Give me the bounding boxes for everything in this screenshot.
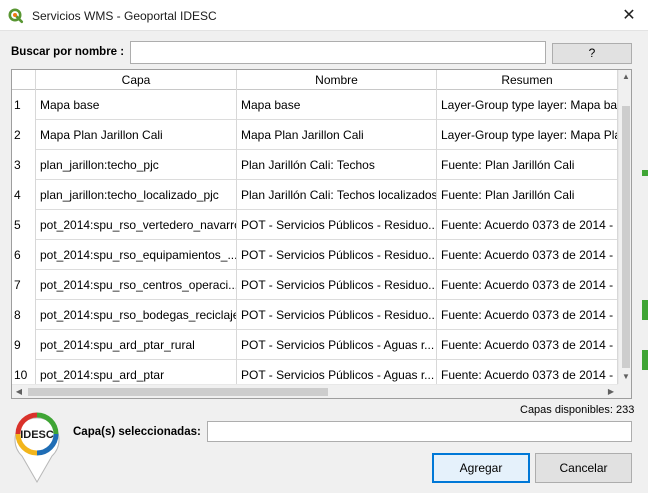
cell-capa[interactable]: pot_2014:spu_rso_vertedero_navarro <box>36 210 237 240</box>
table-row[interactable]: 2 Mapa Plan Jarillon Cali Mapa Plan Jari… <box>12 120 618 150</box>
logo-text: IDESC <box>20 429 54 441</box>
cell-resumen[interactable]: Layer-Group type layer: Mapa bas <box>437 90 618 120</box>
row-number: 5 <box>12 210 36 240</box>
cell-capa[interactable]: Mapa Plan Jarillon Cali <box>36 120 237 150</box>
cancel-button[interactable]: Cancelar <box>535 453 632 483</box>
row-number: 8 <box>12 300 36 330</box>
selected-layers-label: Capa(s) seleccionadas: <box>73 426 201 438</box>
table-header: Capa Nombre Resumen <box>12 70 618 90</box>
row-number: 1 <box>12 90 36 120</box>
cell-nombre[interactable]: Mapa Plan Jarillon Cali <box>237 120 437 150</box>
table-row[interactable]: 9 pot_2014:spu_ard_ptar_rural POT - Serv… <box>12 330 618 360</box>
chevron-up-icon[interactable]: ▲ <box>619 70 631 84</box>
cell-resumen[interactable]: Fuente: Acuerdo 0373 de 2014 - Pl <box>437 270 618 300</box>
cell-nombre[interactable]: POT - Servicios Públicos - Residuo... <box>237 240 437 270</box>
cell-resumen[interactable]: Fuente: Acuerdo 0373 de 2014 - Pl <box>437 240 618 270</box>
title-bar: Servicios WMS - Geoportal IDESC ✕ <box>0 0 648 31</box>
row-number: 9 <box>12 330 36 360</box>
available-layers-count: Capas disponibles: 233 <box>520 404 635 416</box>
row-number: 2 <box>12 120 36 150</box>
add-button[interactable]: Agregar <box>432 453 530 483</box>
header-nombre[interactable]: Nombre <box>237 70 437 90</box>
scroll-corner <box>618 384 631 398</box>
cell-resumen[interactable]: Layer-Group type layer: Mapa Plan <box>437 120 618 150</box>
cell-nombre[interactable]: POT - Servicios Públicos - Residuo... <box>237 210 437 240</box>
idesc-logo: IDESC <box>14 412 60 484</box>
background-edge <box>642 350 648 370</box>
cell-resumen[interactable]: Fuente: Acuerdo 0373 de 2014 - Pl <box>437 300 618 330</box>
close-icon[interactable]: ✕ <box>612 2 646 29</box>
cell-resumen[interactable]: Fuente: Acuerdo 0373 de 2014 - Pl <box>437 330 618 360</box>
cell-capa[interactable]: pot_2014:spu_rso_bodegas_reciclaje <box>36 300 237 330</box>
chevron-left-icon[interactable]: ◀ <box>12 385 26 398</box>
qgis-icon <box>8 8 24 24</box>
vertical-scrollbar[interactable]: ▲ ▼ <box>618 70 631 384</box>
table-row[interactable]: 6 pot_2014:spu_rso_equipamientos_... POT… <box>12 240 618 270</box>
table-row[interactable]: 3 plan_jarillon:techo_pjc Plan Jarillón … <box>12 150 618 180</box>
horizontal-scroll-thumb[interactable] <box>28 388 328 396</box>
cell-capa[interactable]: pot_2014:spu_ard_ptar_rural <box>36 330 237 360</box>
header-capa[interactable]: Capa <box>36 70 237 90</box>
table-row[interactable]: 5 pot_2014:spu_rso_vertedero_navarro POT… <box>12 210 618 240</box>
cell-capa[interactable]: Mapa base <box>36 90 237 120</box>
cell-resumen[interactable]: Fuente: Acuerdo 0373 de 2014 - Pl <box>437 210 618 240</box>
cell-resumen[interactable]: Fuente: Plan Jarillón Cali <box>437 150 618 180</box>
search-label: Buscar por nombre : <box>11 46 125 58</box>
cell-capa[interactable]: plan_jarillon:techo_pjc <box>36 150 237 180</box>
cell-nombre[interactable]: POT - Servicios Públicos - Residuo... <box>237 300 437 330</box>
cell-nombre[interactable]: POT - Servicios Públicos - Aguas r... <box>237 330 437 360</box>
row-number: 6 <box>12 240 36 270</box>
table-row[interactable]: 1 Mapa base Mapa base Layer-Group type l… <box>12 90 618 120</box>
cell-resumen[interactable]: Fuente: Plan Jarillón Cali <box>437 180 618 210</box>
cell-nombre[interactable]: POT - Servicios Públicos - Residuo... <box>237 270 437 300</box>
cell-capa[interactable]: plan_jarillon:techo_localizado_pjc <box>36 180 237 210</box>
horizontal-scrollbar[interactable]: ◀ ▶ <box>12 384 618 398</box>
table-row[interactable]: 4 plan_jarillon:techo_localizado_pjc Pla… <box>12 180 618 210</box>
search-input[interactable] <box>130 41 546 64</box>
selected-layers-input[interactable] <box>207 421 632 442</box>
table-row[interactable]: 7 pot_2014:spu_rso_centros_operaci... PO… <box>12 270 618 300</box>
chevron-right-icon[interactable]: ▶ <box>604 385 618 398</box>
row-number: 3 <box>12 150 36 180</box>
help-button[interactable]: ? <box>552 43 632 64</box>
header-corner <box>12 70 36 90</box>
header-resumen[interactable]: Resumen <box>437 70 618 90</box>
vertical-scroll-thumb[interactable] <box>622 106 630 368</box>
layers-table: Capa Nombre Resumen 1 Mapa base Mapa bas… <box>11 69 632 399</box>
chevron-down-icon[interactable]: ▼ <box>619 370 631 384</box>
background-edge <box>642 300 648 320</box>
window-title: Servicios WMS - Geoportal IDESC <box>32 9 217 23</box>
row-number: 4 <box>12 180 36 210</box>
table-row[interactable]: 8 pot_2014:spu_rso_bodegas_reciclaje POT… <box>12 300 618 330</box>
cell-capa[interactable]: pot_2014:spu_rso_equipamientos_... <box>36 240 237 270</box>
cell-nombre[interactable]: Mapa base <box>237 90 437 120</box>
cell-nombre[interactable]: Plan Jarillón Cali: Techos <box>237 150 437 180</box>
background-edge <box>642 170 648 176</box>
cell-nombre[interactable]: Plan Jarillón Cali: Techos localizados <box>237 180 437 210</box>
cell-capa[interactable]: pot_2014:spu_rso_centros_operaci... <box>36 270 237 300</box>
row-number: 7 <box>12 270 36 300</box>
